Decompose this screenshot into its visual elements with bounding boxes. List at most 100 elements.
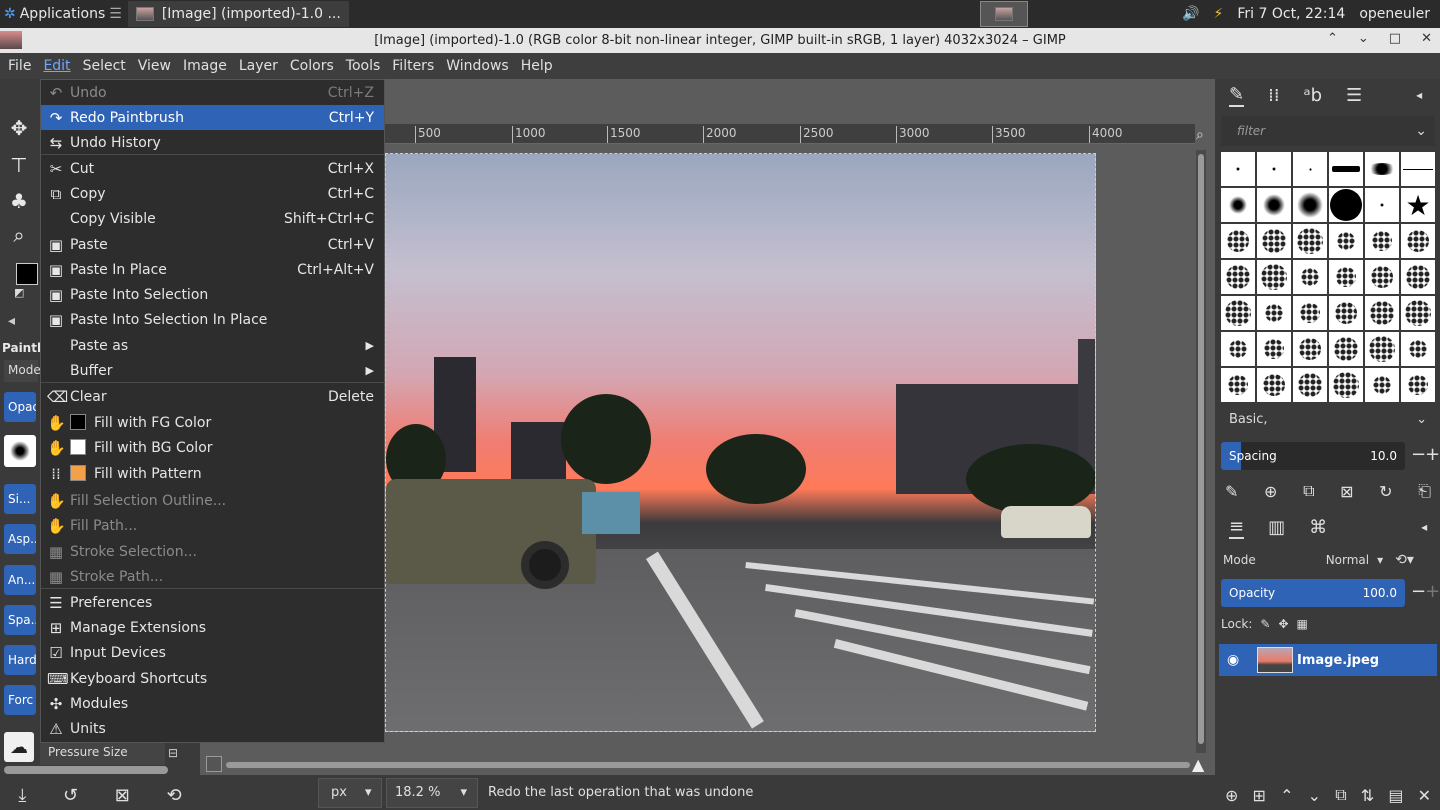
menu-windows[interactable]: Windows [440, 53, 515, 79]
brush-thumbnail[interactable] [1221, 332, 1255, 366]
menu-help[interactable]: Help [515, 53, 559, 79]
brush-filter-input[interactable]: filter ⌄ [1221, 116, 1435, 146]
edit-menu-item-fill-with-bg-color[interactable]: ✋ Fill with BG Color [41, 435, 384, 460]
layer-opacity-slider[interactable]: Opacity 100.0 [1221, 579, 1405, 607]
edit-menu-item-undo-history[interactable]: ⇆ Undo History [41, 130, 384, 155]
minus-icon[interactable]: − [1411, 444, 1426, 465]
mask-layer-icon[interactable]: ▤ [1388, 786, 1403, 805]
fg-color-swatch[interactable] [16, 263, 38, 285]
merge-layer-icon[interactable]: ⇅ [1361, 786, 1374, 805]
brush-thumbnail[interactable] [1293, 152, 1327, 186]
menu-file[interactable]: File [2, 53, 37, 79]
brush-thumbnail[interactable]: ★ [1401, 188, 1435, 222]
dynamics-edit-icon[interactable]: ⊟ [168, 746, 178, 760]
horizontal-scrollbar[interactable] [226, 760, 1190, 770]
fonts-tab-icon[interactable]: ᵃb [1304, 85, 1322, 106]
options-scrollbar[interactable] [4, 766, 168, 774]
lock-position-icon[interactable]: ✥ [1278, 617, 1288, 631]
brush-thumbnail[interactable] [1329, 296, 1363, 330]
brush-thumbnail[interactable] [1365, 152, 1399, 186]
brush-preview[interactable] [4, 435, 36, 467]
edit-menu-item-cut[interactable]: ✂ Cut Ctrl+X [41, 156, 384, 181]
delete-options-icon[interactable]: ⊠ [115, 785, 130, 806]
brush-thumbnail[interactable] [1401, 260, 1435, 294]
brush-thumbnail[interactable] [1365, 224, 1399, 258]
save-options-icon[interactable]: ⤓ [18, 785, 26, 806]
brush-thumbnail[interactable] [1329, 368, 1363, 402]
brush-thumbnail[interactable] [1365, 260, 1399, 294]
brushes-tab-icon[interactable]: ✎ [1229, 84, 1245, 107]
edit-menu-item-paste-into-selection-in-place[interactable]: ▣ Paste Into Selection In Place [41, 307, 384, 332]
patterns-tab-icon[interactable]: ⁞⁞ [1268, 85, 1279, 106]
aspect-slider[interactable]: Asp... [4, 524, 36, 554]
image-canvas[interactable] [385, 153, 1096, 732]
edit-menu-item-manage-extensions[interactable]: ⊞ Manage Extensions [41, 615, 384, 640]
lower-layer-icon[interactable]: ⌄ [1308, 786, 1321, 805]
minimize-icon[interactable]: ⌃ [1327, 31, 1338, 46]
applications-menu[interactable]: ✲ Applications ☰ [0, 0, 122, 28]
brush-thumbnail[interactable] [1365, 332, 1399, 366]
brush-thumbnail[interactable] [1257, 152, 1291, 186]
edit-menu-item-preferences[interactable]: ☰ Preferences [41, 590, 384, 615]
edit-menu-item-paste[interactable]: ▣ Paste Ctrl+V [41, 232, 384, 257]
chevron-down-icon[interactable]: ⌄ [1415, 123, 1427, 139]
edit-menu-item-copy-visible[interactable]: Copy Visible Shift+Ctrl+C [41, 206, 384, 231]
workspace-switcher[interactable] [980, 1, 1028, 27]
brush-thumbnail[interactable] [1401, 296, 1435, 330]
hardness-slider[interactable]: Hard [4, 645, 36, 675]
opacity-slider[interactable]: Opac [4, 392, 36, 422]
brush-thumbnail[interactable] [1329, 188, 1363, 222]
lock-alpha-icon[interactable]: ▦ [1297, 617, 1308, 631]
brush-thumbnail[interactable] [1293, 332, 1327, 366]
edit-menu-item-paste-as[interactable]: Paste as ▶ [41, 333, 384, 358]
dock-menu-icon[interactable]: ◂ [1416, 88, 1422, 102]
brush-thumbnail[interactable] [1401, 152, 1435, 186]
brush-thumbnail[interactable] [1329, 260, 1363, 294]
user-menu[interactable]: openeuler [1359, 6, 1430, 22]
brush-thumbnail[interactable] [1293, 188, 1327, 222]
layers-tab-icon[interactable]: ≡ [1229, 516, 1245, 539]
clock[interactable]: Fri 7 Oct, 22:14 [1237, 6, 1345, 22]
brush-thumbnail[interactable] [1257, 368, 1291, 402]
open-brush-icon[interactable]: ⎗ [1418, 481, 1431, 501]
zoom-select[interactable]: 18.2 % ▾ [386, 777, 478, 808]
edit-brush-icon[interactable]: ✎ [1225, 482, 1238, 501]
brush-thumbnail[interactable] [1257, 296, 1291, 330]
brush-thumbnail[interactable] [1401, 332, 1435, 366]
brush-thumbnail[interactable] [1221, 368, 1255, 402]
brush-thumbnail[interactable] [1365, 368, 1399, 402]
scroll-thumb[interactable] [226, 762, 1190, 768]
lock-pixels-icon[interactable]: ✎ [1260, 617, 1270, 631]
reset-options-icon[interactable]: ⟲ [167, 785, 182, 806]
brush-thumbnail[interactable] [1401, 368, 1435, 402]
unit-select[interactable]: px ▾ [318, 777, 382, 808]
menu-view[interactable]: View [132, 53, 177, 79]
brush-thumbnail[interactable] [1221, 260, 1255, 294]
layer-row[interactable]: ◉ Image.jpeg [1219, 644, 1437, 676]
taskbar-window-button[interactable]: [Image] (imported)-1.0 ... [127, 1, 349, 27]
dynamics-icon[interactable]: ☁ [4, 732, 34, 762]
mode-select[interactable]: Mode [4, 360, 41, 382]
brush-thumbnail[interactable] [1221, 296, 1255, 330]
document-history-tab-icon[interactable]: ☰ [1346, 85, 1362, 106]
menu-filters[interactable]: Filters [386, 53, 440, 79]
spacing-slider[interactable]: Spacing 10.0 [1221, 442, 1405, 470]
duplicate-brush-icon[interactable]: ⧉ [1303, 481, 1314, 501]
collapse-left-icon[interactable]: ◂ [8, 313, 15, 329]
spacing-slider[interactable]: Spa... [4, 605, 36, 635]
brush-thumbnail[interactable] [1257, 224, 1291, 258]
vertical-scrollbar[interactable] [1196, 150, 1206, 753]
plus-icon[interactable]: + [1425, 444, 1440, 465]
brush-thumbnail[interactable] [1365, 188, 1399, 222]
new-group-icon[interactable]: ⊞ [1253, 786, 1266, 805]
network-icon[interactable]: ⚡ [1214, 6, 1224, 22]
clone-tool-icon[interactable]: ♣ [4, 187, 34, 215]
edit-menu-item-keyboard-shortcuts[interactable]: ⌨ Keyboard Shortcuts [41, 666, 384, 691]
maximize-icon[interactable]: □ [1389, 31, 1401, 46]
edit-menu-item-modules[interactable]: ✣ Modules [41, 691, 384, 716]
edit-menu-item-copy[interactable]: ⧉ Copy Ctrl+C [41, 181, 384, 206]
refresh-brushes-icon[interactable]: ↻ [1379, 482, 1392, 501]
brush-thumbnail[interactable] [1293, 296, 1327, 330]
scroll-thumb[interactable] [1198, 154, 1204, 744]
volume-icon[interactable]: 🔊 [1182, 6, 1199, 22]
